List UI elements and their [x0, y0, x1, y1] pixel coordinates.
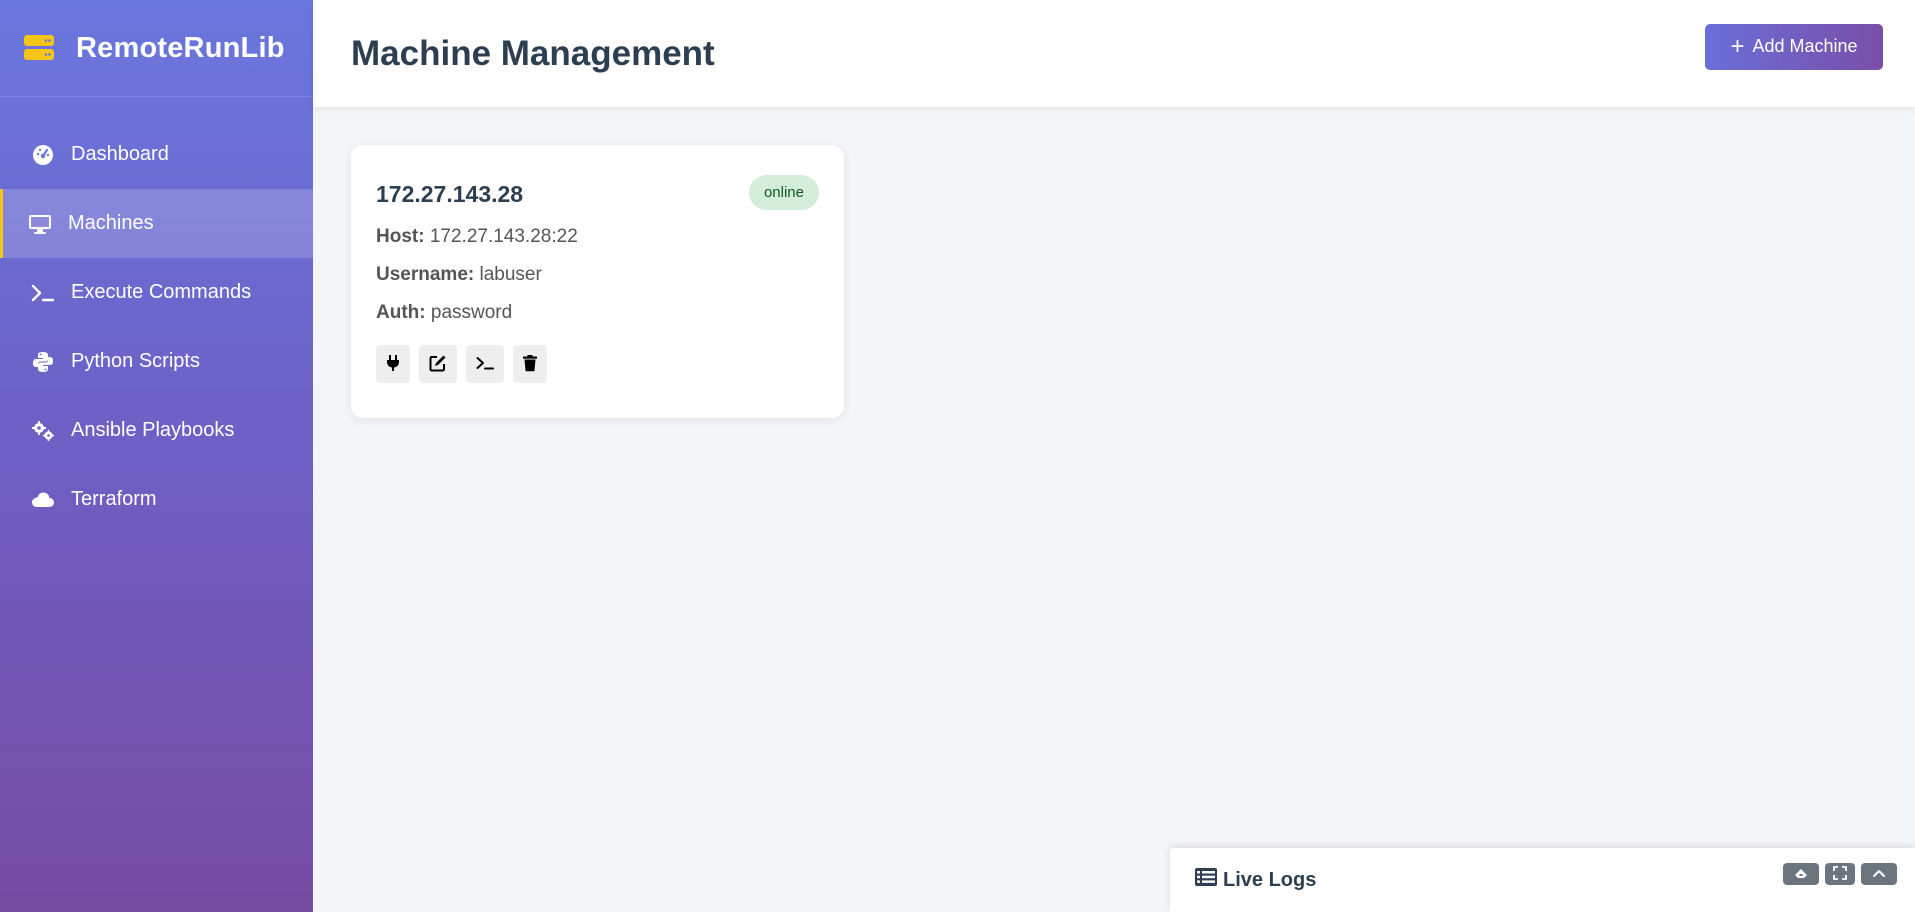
brand[interactable]: RemoteRunLib	[0, 0, 313, 97]
cogs-icon	[31, 419, 55, 443]
username-value: labuser	[479, 264, 542, 285]
machine-name: 172.27.143.28	[376, 181, 524, 207]
expand-icon	[1833, 865, 1847, 883]
terminal-icon	[31, 281, 55, 305]
add-machine-label: Add Machine	[1752, 36, 1858, 56]
sidebar: RemoteRunLib Dashboard Machines Execute …	[0, 0, 313, 912]
terminal-icon	[476, 354, 494, 375]
sidebar-item-label: Execute Commands	[71, 281, 252, 303]
auth-label: Auth:	[376, 302, 426, 323]
sidebar-nav: Dashboard Machines Execute Commands Pyth…	[0, 97, 313, 534]
desktop-icon	[28, 212, 52, 236]
plug-icon	[384, 354, 402, 375]
server-icon	[24, 34, 56, 62]
host-value: 172.27.143.28:22	[429, 226, 578, 247]
list-icon	[1195, 867, 1217, 893]
connect-button[interactable]	[376, 345, 410, 383]
live-logs-title: Live Logs	[1223, 868, 1317, 891]
live-logs-panel: Live Logs	[1170, 848, 1915, 912]
add-machine-button[interactable]: + Add Machine	[1705, 23, 1883, 70]
live-logs-controls	[1783, 863, 1897, 885]
host-field: Host: 172.27.143.28:22	[376, 226, 819, 248]
page-header: Machine Management + Add Machine	[313, 0, 1915, 107]
host-label: Host:	[376, 226, 425, 247]
status-badge: online	[748, 175, 819, 210]
live-logs-header[interactable]: Live Logs	[1195, 867, 1316, 893]
auth-field: Auth: password	[376, 302, 819, 324]
sidebar-item-python-scripts[interactable]: Python Scripts	[0, 327, 313, 396]
auth-value: password	[430, 302, 513, 323]
edit-icon	[429, 354, 447, 375]
trash-icon	[521, 354, 539, 375]
sidebar-item-label: Ansible Playbooks	[71, 419, 235, 441]
sidebar-item-label: Python Scripts	[71, 350, 200, 372]
expand-logs-button[interactable]	[1825, 863, 1855, 885]
username-field: Username: labuser	[376, 264, 819, 286]
collapse-logs-button[interactable]	[1861, 863, 1897, 885]
eraser-icon	[1794, 866, 1808, 883]
sidebar-item-label: Machines	[68, 212, 154, 234]
plus-icon: +	[1730, 32, 1745, 60]
python-icon	[31, 350, 55, 374]
delete-button[interactable]	[513, 345, 547, 383]
machine-actions	[376, 345, 819, 383]
sidebar-item-label: Dashboard	[71, 143, 169, 165]
machine-card-header: 172.27.143.28 online	[376, 175, 819, 210]
sidebar-item-label: Terraform	[71, 488, 157, 510]
edit-button[interactable]	[419, 345, 457, 383]
username-label: Username:	[376, 264, 475, 285]
sidebar-item-execute-commands[interactable]: Execute Commands	[0, 258, 313, 327]
chevron-up-icon	[1872, 866, 1886, 883]
dashboard-icon	[31, 143, 55, 167]
terminal-button[interactable]	[466, 345, 504, 383]
sidebar-item-ansible-playbooks[interactable]: Ansible Playbooks	[0, 396, 313, 465]
clear-logs-button[interactable]	[1783, 863, 1819, 885]
sidebar-item-terraform[interactable]: Terraform	[0, 465, 313, 534]
sidebar-item-machines[interactable]: Machines	[0, 189, 313, 258]
app-title: RemoteRunLib	[76, 31, 285, 64]
cloud-icon	[31, 488, 55, 512]
machine-card: 172.27.143.28 online Host: 172.27.143.28…	[351, 145, 844, 418]
sidebar-item-dashboard[interactable]: Dashboard	[0, 120, 313, 189]
page-title: Machine Management	[351, 33, 715, 73]
